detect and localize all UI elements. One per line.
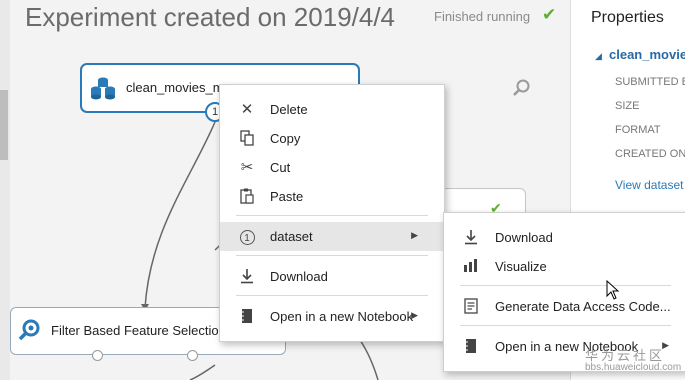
mouse-pointer-icon bbox=[606, 280, 620, 300]
property-label: SUBMITTED B bbox=[615, 76, 685, 88]
vertical-scrollbar[interactable] bbox=[0, 90, 8, 160]
menu-separator bbox=[236, 255, 428, 256]
notebook-icon bbox=[462, 338, 480, 356]
menu-item-paste[interactable]: Paste bbox=[220, 182, 444, 211]
dataset-node-label: clean_movies_m bbox=[126, 80, 224, 95]
port-badge: 1 bbox=[239, 230, 255, 245]
menu-item-label: Paste bbox=[270, 189, 304, 204]
collapse-triangle-icon[interactable]: ◢ bbox=[595, 51, 602, 62]
dataset-stack-icon bbox=[91, 77, 115, 100]
submenu-arrow-icon: ▶ bbox=[411, 230, 418, 240]
menu-item-copy[interactable]: Copy bbox=[220, 124, 444, 153]
input-port-right[interactable] bbox=[187, 350, 198, 361]
menu-item-label: Copy bbox=[270, 131, 301, 146]
property-label: FORMAT bbox=[615, 124, 661, 136]
menu-separator bbox=[236, 295, 428, 296]
menu-item-label: dataset bbox=[270, 229, 313, 244]
download-icon bbox=[462, 229, 480, 247]
feature-selection-icon bbox=[18, 319, 40, 341]
menu-item-open-notebook[interactable]: Open in a new Notebook ▶ bbox=[220, 302, 444, 331]
menu-item-label: Cut bbox=[270, 160, 291, 175]
paste-icon bbox=[238, 188, 256, 206]
menu-item-label: Open in a new Notebook bbox=[270, 309, 414, 324]
menu-separator bbox=[460, 285, 671, 286]
delete-x-icon: ✕ bbox=[240, 101, 254, 118]
menu-item-delete[interactable]: ✕ Delete bbox=[220, 95, 444, 124]
submenu-item-label: Visualize bbox=[495, 259, 547, 274]
input-port-left[interactable] bbox=[92, 350, 103, 361]
status-check-icon: ✔ bbox=[542, 5, 557, 24]
submenu-item-visualize[interactable]: Visualize bbox=[444, 252, 685, 281]
menu-item-dataset[interactable]: 1 dataset ▶ bbox=[220, 222, 444, 251]
cut-scissors-icon: ✂ bbox=[240, 159, 254, 176]
notebook-icon bbox=[238, 308, 256, 326]
left-scroll-strip bbox=[0, 0, 10, 380]
properties-title: Properties bbox=[591, 9, 664, 26]
submenu-item-label: Generate Data Access Code... bbox=[495, 299, 671, 314]
submenu-item-download[interactable]: Download bbox=[444, 223, 685, 252]
page-title: Experiment created on 2019/4/4 bbox=[25, 2, 396, 32]
property-label: SIZE bbox=[615, 100, 640, 112]
menu-item-label: Download bbox=[270, 269, 328, 284]
submenu-arrow-icon: ▶ bbox=[411, 310, 418, 320]
visualize-bars-icon bbox=[462, 258, 480, 276]
property-label: CREATED ON bbox=[615, 148, 685, 160]
menu-separator bbox=[236, 215, 428, 216]
menu-item-label: Delete bbox=[270, 102, 308, 117]
menu-separator bbox=[460, 325, 671, 326]
properties-node-name: clean_movie bbox=[609, 47, 685, 62]
code-doc-icon bbox=[462, 298, 480, 316]
submenu-item-label: Download bbox=[495, 230, 553, 245]
copy-icon bbox=[238, 130, 256, 148]
search-icon[interactable] bbox=[512, 78, 532, 98]
status-text: Finished running bbox=[434, 9, 531, 24]
view-dataset-link[interactable]: View dataset bbox=[615, 178, 684, 192]
context-menu: ✕ Delete Copy ✂ Cut Paste 1 dataset ▶ Do… bbox=[219, 84, 445, 342]
submenu-item-generate-code[interactable]: Generate Data Access Code... bbox=[444, 292, 685, 321]
menu-item-download[interactable]: Download bbox=[220, 262, 444, 291]
download-icon bbox=[238, 268, 256, 286]
port-number-icon: 1 bbox=[238, 228, 256, 246]
filter-node-label: Filter Based Feature Selection bbox=[51, 323, 226, 338]
menu-item-cut[interactable]: ✂ Cut bbox=[220, 153, 444, 182]
watermark-url: bbs.huaweicloud.com bbox=[585, 362, 682, 373]
